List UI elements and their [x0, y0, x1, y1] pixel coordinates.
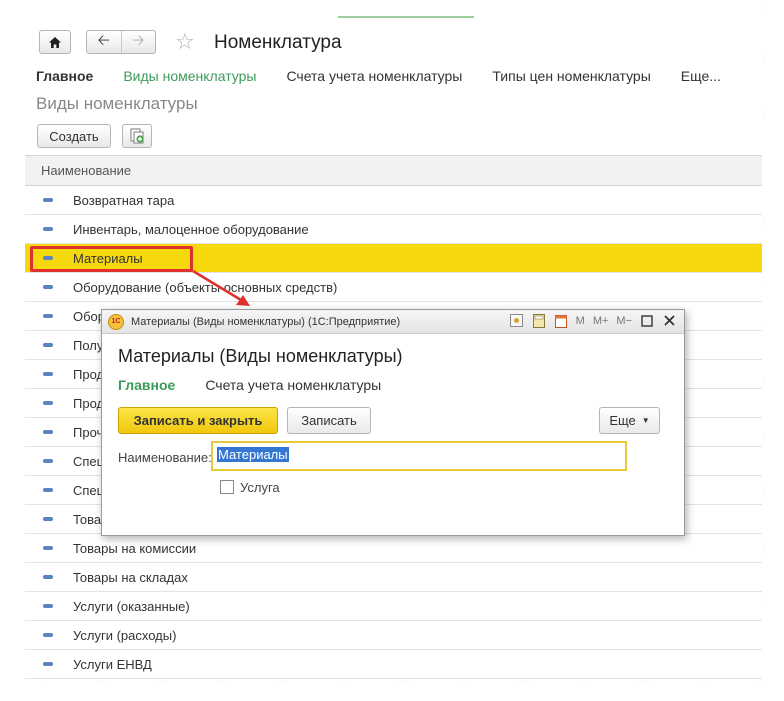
page-title: Номенклатура [214, 32, 342, 53]
dialog-titlebar[interactable]: 1С Материалы (Виды номенклатуры) (1С:Пре… [102, 310, 684, 334]
list-item-name: Полу [73, 337, 104, 353]
list-item[interactable]: Услуги ЕНВД [25, 650, 762, 679]
item-marker-icon [43, 633, 53, 637]
list-item[interactable]: Услуги (оказанные) [25, 592, 762, 621]
copy-document-icon [130, 128, 144, 144]
item-marker-icon [43, 546, 53, 550]
memory-minus-button[interactable]: M− [616, 315, 632, 327]
list-item-name: Возвратная тара [73, 192, 175, 208]
back-arrow-icon[interactable]: 🡠 [87, 30, 121, 55]
item-marker-icon [43, 343, 53, 347]
list-item-name: Товары на складах [73, 569, 188, 585]
link-icon[interactable] [510, 313, 524, 328]
back-forward-group: 🡠 🡢 [86, 30, 156, 54]
list-item-name: Оборудование (объекты основных средств) [73, 279, 338, 295]
more-button-label: Еще [609, 413, 636, 428]
item-marker-icon [43, 662, 53, 666]
close-icon[interactable] [662, 313, 676, 328]
list-item-name: Това [73, 511, 102, 527]
titlebar-tools: M M+ M− [510, 313, 676, 328]
list-item-name: Спец [73, 482, 105, 498]
list-item[interactable]: Инвентарь, малоценное оборудование [25, 215, 762, 244]
column-header-name[interactable]: Наименование [25, 155, 762, 186]
list-item-name: Услуги (расходы) [73, 627, 177, 643]
list-item-name: Товары на комиссии [73, 540, 197, 556]
item-kind-dialog: 1С Материалы (Виды номенклатуры) (1С:Пре… [101, 309, 685, 536]
memory-button[interactable]: M [576, 315, 585, 327]
list-item[interactable]: Услуги (расходы) [25, 621, 762, 650]
item-marker-icon [43, 430, 53, 434]
dialog-tab-accounts[interactable]: Счета учета номенклатуры [205, 377, 381, 393]
service-checkbox[interactable] [220, 480, 234, 494]
maximize-icon[interactable] [640, 313, 654, 328]
save-button[interactable]: Записать [287, 407, 371, 434]
item-marker-icon [43, 604, 53, 608]
list-item-name: Спец [73, 453, 105, 469]
home-button[interactable] [39, 30, 71, 54]
section-title: Виды номенклатуры [36, 94, 198, 113]
top-progress-line [338, 16, 474, 18]
favorite-star-icon[interactable]: ☆ [175, 30, 195, 54]
name-label: Наименование: [118, 450, 212, 465]
dialog-tabs: Главное Счета учета номенклатуры [118, 377, 381, 393]
list-item[interactable]: Возвратная тара [25, 186, 762, 215]
list-item[interactable]: Оборудование (объекты основных средств) [25, 273, 762, 302]
create-button[interactable]: Создать [37, 124, 111, 148]
copy-add-button[interactable] [122, 124, 152, 148]
list-item[interactable]: Товары на складах [25, 563, 762, 592]
item-marker-icon [43, 227, 53, 231]
service-checkbox-label[interactable]: Услуга [240, 480, 280, 495]
item-marker-icon [43, 198, 53, 202]
dialog-window-title: Материалы (Виды номенклатуры) (1С:Предпр… [131, 315, 401, 328]
item-marker-icon [43, 517, 53, 521]
list-item-name: Услуги ЕНВД [73, 656, 152, 672]
tab-more[interactable]: Еще... [681, 68, 721, 84]
list-item[interactable]: Товары на комиссии [25, 534, 762, 563]
calculator-icon[interactable] [532, 313, 546, 328]
forward-arrow-icon[interactable]: 🡢 [122, 30, 156, 55]
list-item-name: Проч [73, 424, 104, 440]
more-button[interactable]: Еще ▼ [599, 407, 660, 434]
save-and-close-button[interactable]: Записать и закрыть [118, 407, 278, 434]
item-marker-icon [43, 459, 53, 463]
caret-down-icon: ▼ [641, 416, 650, 425]
item-marker-icon [43, 401, 53, 405]
selection-highlight-box [30, 246, 193, 272]
list-item-name: Прод [73, 395, 105, 411]
home-icon [49, 36, 61, 48]
tab-main[interactable]: Главное [36, 68, 93, 84]
name-input[interactable]: Материалы [211, 441, 627, 471]
dialog-header: Материалы (Виды номенклатуры) [118, 346, 403, 366]
calendar-icon[interactable] [554, 313, 568, 328]
item-marker-icon [43, 575, 53, 579]
item-marker-icon [43, 314, 53, 318]
name-input-value: Материалы [217, 447, 289, 462]
dialog-tab-main[interactable]: Главное [118, 377, 175, 393]
1c-logo-icon: 1С [108, 313, 124, 330]
list-item-name: Прод [73, 366, 105, 382]
memory-plus-button[interactable]: M+ [593, 315, 609, 327]
main-tabs: Главное Виды номенклатуры Счета учета но… [36, 68, 721, 84]
item-marker-icon [43, 285, 53, 289]
tab-accounts[interactable]: Счета учета номенклатуры [286, 68, 462, 84]
item-marker-icon [43, 488, 53, 492]
list-item-name: Инвентарь, малоценное оборудование [73, 221, 309, 237]
item-marker-icon [43, 372, 53, 376]
tab-item-kinds[interactable]: Виды номенклатуры [123, 68, 256, 84]
tab-price-types[interactable]: Типы цен номенклатуры [492, 68, 650, 84]
list-item-name: Услуги (оказанные) [73, 598, 190, 614]
